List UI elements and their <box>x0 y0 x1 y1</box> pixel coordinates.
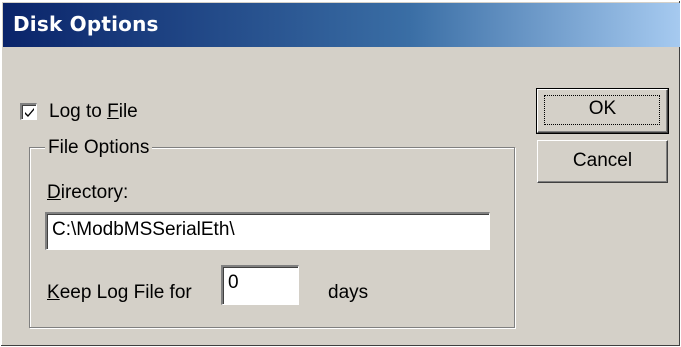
window-title: Disk Options <box>13 12 159 36</box>
file-options-group-label: File Options <box>45 137 153 159</box>
directory-input[interactable]: C:\ModbMSSerialEth\ <box>45 212 490 250</box>
cancel-button-label: Cancel <box>572 150 633 171</box>
checkmark-icon <box>25 108 34 117</box>
title-bar[interactable]: Disk Options <box>3 3 680 47</box>
log-to-file-checkbox[interactable] <box>20 103 37 120</box>
log-to-file-label[interactable]: Log to File <box>49 101 138 123</box>
disk-options-dialog: Disk Options Log to File File Options Di… <box>0 0 681 347</box>
ok-button-label: OK <box>588 98 617 119</box>
keep-log-label: Keep Log File for <box>47 282 192 303</box>
ok-button[interactable]: OK <box>536 88 669 134</box>
directory-label: Directory: <box>47 182 129 203</box>
cancel-button[interactable]: Cancel <box>537 140 668 183</box>
days-label: days <box>328 282 369 303</box>
keep-days-input[interactable]: 0 <box>221 265 299 305</box>
